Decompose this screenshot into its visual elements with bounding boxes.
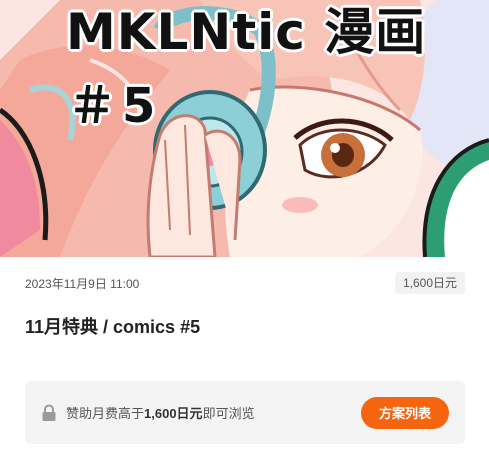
cover-number-text: ＃5 bbox=[68, 78, 162, 134]
locked-content-panel: 赞助月费高于1,600日元即可浏览 方案列表 bbox=[25, 381, 465, 444]
post-meta-row: 2023年11月9日 11:00 1,600日元 bbox=[25, 272, 465, 294]
lock-message-amount: 1,600日元 bbox=[144, 406, 203, 421]
lock-message: 赞助月费高于1,600日元即可浏览 bbox=[66, 403, 361, 422]
lock-icon bbox=[42, 403, 56, 421]
plan-list-button[interactable]: 方案列表 bbox=[361, 396, 449, 429]
lock-message-suffix: 即可浏览 bbox=[202, 406, 255, 421]
lock-message-prefix: 赞助月费高于 bbox=[66, 406, 145, 421]
post-card: MKLNtic 漫画 ＃5 2023年11月9日 11:00 1,600日元 1… bbox=[0, 0, 489, 469]
cover-title-text: MKLNtic 漫画 bbox=[66, 3, 427, 61]
post-date: 2023年11月9日 11:00 bbox=[25, 276, 140, 291]
post-title[interactable]: 11月特典 / comics #5 bbox=[25, 313, 200, 339]
cover-image[interactable]: MKLNtic 漫画 ＃5 bbox=[0, 0, 489, 257]
price-badge: 1,600日元 bbox=[394, 272, 465, 294]
